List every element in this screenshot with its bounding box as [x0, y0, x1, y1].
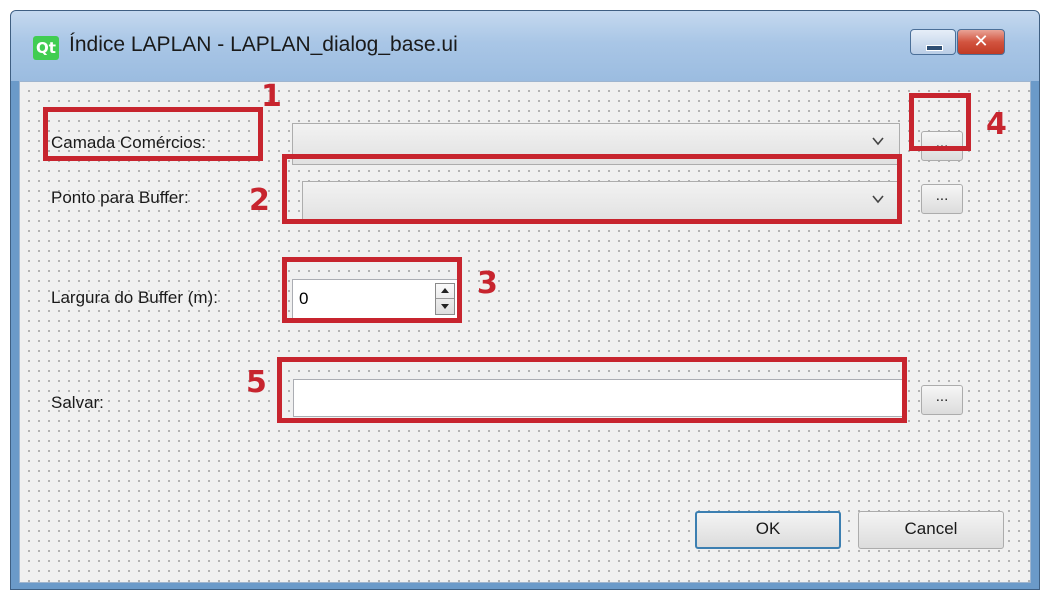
cancel-button[interactable]: Cancel: [858, 511, 1004, 549]
close-icon: ✕: [973, 31, 989, 52]
close-button[interactable]: ✕: [957, 29, 1005, 55]
chevron-down-icon: [872, 195, 884, 204]
spin-down-arrow-icon[interactable]: [436, 299, 454, 314]
annotation-number-2: 2: [249, 183, 270, 218]
salvar-path-input[interactable]: [293, 379, 903, 417]
ponto-buffer-combobox[interactable]: [302, 181, 900, 223]
annotation-number-5: 5: [246, 365, 267, 400]
chevron-down-icon: [872, 137, 884, 146]
spin-up-arrow-icon[interactable]: [436, 284, 454, 299]
ponto-browse-button[interactable]: ...: [921, 184, 963, 214]
annotation-number-1: 1: [261, 79, 282, 114]
salvar-browse-button[interactable]: ...: [921, 385, 963, 415]
camada-comercios-combobox[interactable]: [292, 123, 900, 165]
window-title: Índice LAPLAN - LAPLAN_dialog_base.ui: [69, 33, 458, 56]
dialog-window: Qt Índice LAPLAN - LAPLAN_dialog_base.ui…: [10, 10, 1040, 590]
qt-logo-icon: Qt: [33, 36, 59, 60]
largura-buffer-label: Largura do Buffer (m):: [51, 288, 218, 307]
title-bar[interactable]: Qt Índice LAPLAN - LAPLAN_dialog_base.ui…: [11, 11, 1039, 81]
annotation-number-3: 3: [477, 266, 498, 301]
largura-buffer-value: 0: [299, 289, 309, 308]
ok-button[interactable]: OK: [695, 511, 841, 549]
minimize-button[interactable]: [910, 29, 956, 55]
salvar-label: Salvar:: [51, 393, 104, 412]
camada-browse-button[interactable]: ...: [921, 131, 963, 161]
largura-buffer-spinbox[interactable]: 0: [292, 279, 460, 319]
dialog-client-area: Camada Comércios: ... Ponto para Buffer:…: [19, 81, 1031, 583]
spin-buttons: [435, 283, 455, 315]
camada-comercios-label: Camada Comércios:: [51, 133, 206, 152]
annotation-number-4: 4: [986, 107, 1007, 142]
ponto-buffer-label: Ponto para Buffer:: [51, 188, 189, 207]
